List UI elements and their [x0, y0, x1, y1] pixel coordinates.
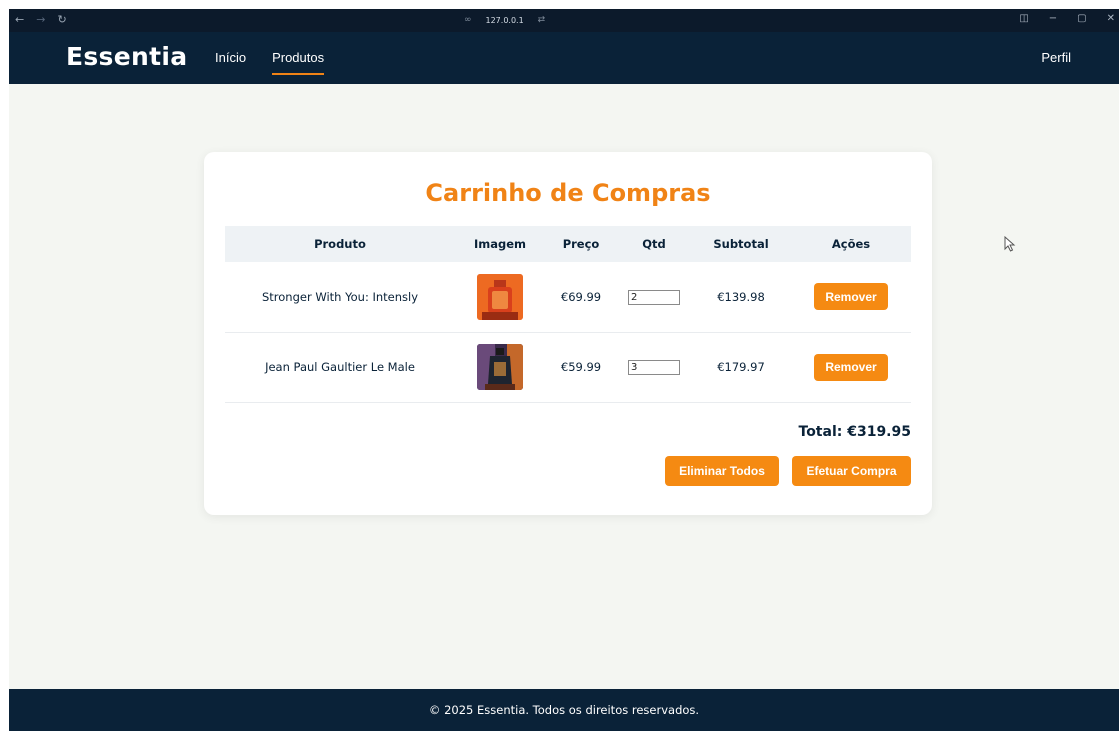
product-price: €69.99 — [560, 289, 602, 304]
col-subtotal: Subtotal — [713, 237, 769, 251]
product-image-cell — [455, 262, 545, 332]
browser-nav: ← → ↻ — [15, 13, 67, 26]
col-produto: Produto — [314, 237, 366, 251]
product-subtotal: €139.98 — [717, 289, 765, 304]
product-name: Jean Paul Gaultier Le Male — [265, 360, 415, 374]
cart-total: Total: €319.95 — [798, 424, 912, 440]
product-subtotal: €179.97 — [717, 360, 765, 374]
cart-actions: Eliminar Todos Efetuar Compra — [665, 456, 911, 486]
footer-text: © 2025 Essentia. Todos os direitos reser… — [428, 703, 700, 717]
browser-toolbar: ← → ↻ ∞ 127.0.0.1 ⇄ ◫ − ▢ ✕ — [9, 9, 1119, 32]
qty-cell — [617, 262, 691, 332]
actions-cell: Remover — [791, 262, 911, 332]
clear-all-button[interactable]: Eliminar Todos — [665, 456, 779, 486]
minimize-icon[interactable]: − — [1049, 13, 1057, 24]
nav-produtos[interactable]: Produtos — [272, 50, 325, 75]
link-icon: ∞ — [464, 15, 472, 25]
qty-cell — [617, 332, 691, 402]
col-preco: Preço — [562, 237, 600, 251]
window-controls: ◫ − ▢ ✕ — [1019, 13, 1115, 24]
main-nav: Início Produtos — [215, 50, 325, 75]
col-imagem: Imagem — [473, 237, 527, 251]
table-row: Stronger With You: Intensly €69.99 2 €13… — [225, 262, 911, 332]
quantity-input[interactable] — [628, 289, 680, 305]
site-header: Essentia Início Produtos Perfil — [9, 32, 1119, 84]
nav-perfil[interactable]: Perfil — [1041, 50, 1071, 65]
swap-icon[interactable]: ⇄ — [538, 15, 546, 25]
col-acoes: Ações — [831, 237, 871, 251]
cart-title: Carrinho de Compras — [425, 179, 711, 207]
perfume-bottle-icon — [477, 344, 523, 390]
back-icon[interactable]: ← — [15, 13, 24, 26]
site-logo[interactable]: Essentia — [66, 42, 187, 71]
product-image-cell — [455, 332, 545, 402]
reload-icon[interactable]: ↻ — [57, 13, 66, 26]
table-header-row: Produto Imagem Preço Qtd Subtotal Ações — [225, 226, 911, 262]
nav-inicio[interactable]: Início — [215, 50, 246, 75]
forward-icon[interactable]: → — [36, 13, 45, 26]
col-qtd: Qtd — [642, 237, 666, 251]
close-icon[interactable]: ✕ — [1107, 13, 1115, 24]
perfume-bottle-icon — [477, 273, 523, 320]
remove-button[interactable]: Remover — [814, 353, 888, 381]
remove-button[interactable]: Remover — [814, 283, 888, 311]
sidebar-toggle-icon[interactable]: ◫ — [1019, 13, 1028, 24]
cart-table: Produto Imagem Preço Qtd Subtotal Ações … — [225, 226, 911, 403]
cart-card: Carrinho de Compras Produto Imagem Preço… — [204, 152, 932, 515]
checkout-button[interactable]: Efetuar Compra — [792, 456, 911, 486]
address-bar[interactable]: ∞ 127.0.0.1 ⇄ — [464, 15, 545, 25]
site-footer: © 2025 Essentia. Todos os direitos reser… — [9, 689, 1119, 731]
address-text[interactable]: 127.0.0.1 — [486, 16, 524, 25]
restore-icon[interactable]: ▢ — [1077, 13, 1086, 24]
actions-cell: Remover — [791, 332, 911, 402]
product-name: Stronger With You: Intensly — [261, 289, 419, 304]
table-row: Jean Paul Gaultier Le Male €59.99 3 €179… — [225, 332, 911, 402]
product-price: €59.99 — [560, 360, 602, 374]
mouse-cursor-icon — [1004, 236, 1016, 252]
browser-window: ← → ↻ ∞ 127.0.0.1 ⇄ ◫ − ▢ ✕ Essentia Iní… — [9, 9, 1119, 731]
quantity-input[interactable] — [628, 360, 680, 375]
